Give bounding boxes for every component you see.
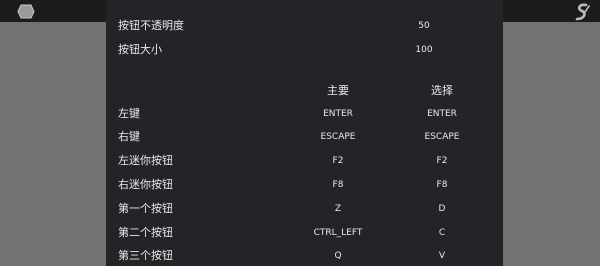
s-logo-icon[interactable]: [571, 3, 593, 21]
key-row-right-mini: 右迷你按钮 F8 F8: [106, 175, 503, 195]
size-value[interactable]: 100: [409, 40, 439, 60]
primary-key-value[interactable]: F2: [288, 151, 388, 171]
opacity-value[interactable]: 50: [409, 16, 439, 36]
select-key-value[interactable]: F2: [397, 151, 487, 171]
opacity-setting-row[interactable]: 按钮不透明度 50: [106, 16, 503, 36]
size-label: 按钮大小: [118, 43, 162, 56]
primary-key-value[interactable]: ENTER: [288, 104, 388, 124]
primary-key-value[interactable]: Z: [288, 199, 388, 219]
key-row-left: 左键 ENTER ENTER: [106, 104, 503, 124]
opacity-label: 按钮不透明度: [118, 19, 184, 32]
select-key-value[interactable]: V: [397, 246, 487, 266]
key-row-label: 第一个按钮: [118, 202, 173, 215]
primary-key-value[interactable]: ESCAPE: [288, 127, 388, 147]
select-key-value[interactable]: D: [397, 199, 487, 219]
column-header-select: 选择: [431, 84, 453, 97]
primary-key-value[interactable]: F8: [288, 175, 388, 195]
game-logo-icon[interactable]: [17, 4, 35, 19]
primary-key-value[interactable]: Q: [288, 246, 388, 266]
size-setting-row[interactable]: 按钮大小 100: [106, 40, 503, 60]
select-key-value[interactable]: C: [397, 223, 487, 243]
key-row-label: 第二个按钮: [118, 226, 173, 239]
key-row-label: 左迷你按钮: [118, 154, 173, 167]
key-row-label: 右键: [118, 130, 140, 143]
select-key-value[interactable]: ESCAPE: [397, 127, 487, 147]
key-row-label: 第三个按钮: [118, 249, 173, 262]
primary-key-value[interactable]: CTRL_LEFT: [288, 223, 388, 243]
key-row-second: 第二个按钮 CTRL_LEFT C: [106, 223, 503, 243]
key-row-label: 右迷你按钮: [118, 178, 173, 191]
key-row-right: 右键 ESCAPE ESCAPE: [106, 127, 503, 147]
button-settings-panel: 按钮不透明度 50 按钮大小 100 主要 选择 左键 ENTER ENTER …: [106, 0, 503, 266]
table-header: 主要 选择: [106, 81, 503, 101]
key-row-third: 第三个按钮 Q V: [106, 246, 503, 266]
key-row-first: 第一个按钮 Z D: [106, 199, 503, 219]
column-header-primary: 主要: [327, 84, 349, 97]
key-row-left-mini: 左迷你按钮 F2 F2: [106, 151, 503, 171]
select-key-value[interactable]: ENTER: [397, 104, 487, 124]
key-row-label: 左键: [118, 107, 140, 120]
select-key-value[interactable]: F8: [397, 175, 487, 195]
